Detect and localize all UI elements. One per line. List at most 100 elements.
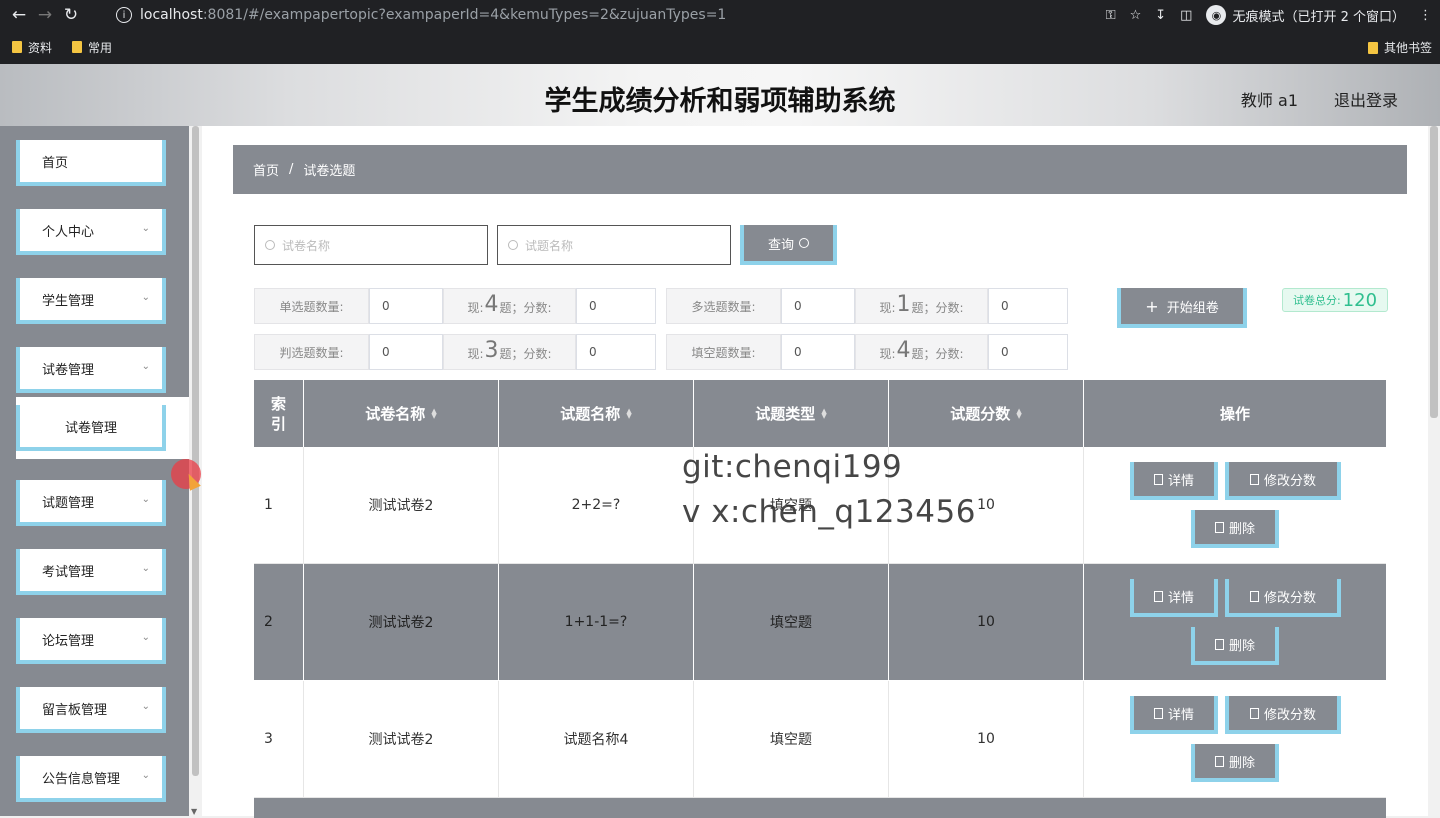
col-actions: 操作 [1084,380,1386,447]
sidebar-item-notices[interactable]: 公告信息管理 ⌄ [16,756,166,802]
sidebar-item-students[interactable]: 学生管理 ⌄ [16,278,166,324]
multi-score-input[interactable]: 0 [988,288,1068,324]
sidepanel-icon[interactable]: ◫ [1180,8,1192,23]
plus-icon: + [1145,296,1159,316]
sort-icon[interactable]: ▲ ▼ [431,407,436,419]
sidebar-item-forum[interactable]: 论坛管理 ⌄ [16,618,166,664]
query-button[interactable]: 查询 [740,225,837,265]
stats-row-judge-fill: 判选题数量: 0 现: 3 题；分数: 0 填空题数量: 0 现: 4 题；分数: 0 [254,334,1068,370]
incognito-label: 无痕模式（已打开 2 个窗口） [1232,9,1405,25]
multi-count-input[interactable]: 0 [781,288,855,324]
sort-icon[interactable]: ▲ ▼ [821,407,826,419]
delete-button[interactable]: 删除 [1191,744,1279,782]
back-icon[interactable]: ← [6,2,32,28]
cell-topic: 1+1-1=? [499,564,694,681]
single-score-input[interactable]: 0 [576,288,656,324]
total-score-value: 120 [1342,289,1378,311]
cell-topic: 试题名称4 [499,681,694,798]
logout-link[interactable]: 退出登录 [1334,87,1398,111]
download-icon[interactable]: ↧ [1155,8,1166,23]
cell-paper: 测试试卷2 [304,447,499,564]
key-icon[interactable]: ⚿ [1106,8,1116,23]
incognito-indicator[interactable]: ◉ 无痕模式（已打开 2 个窗口） [1206,5,1405,25]
single-count-input[interactable]: 0 [369,288,443,324]
multi-count-label: 多选题数量: [666,288,781,324]
star-icon[interactable]: ☆ [1130,8,1142,23]
topic-name-search-input[interactable]: 试题名称 [497,225,731,265]
col-paper-name[interactable]: 试卷名称 ▲ ▼ [304,380,499,447]
sidebar-item-exams[interactable]: 考试管理 ⌄ [16,549,166,595]
judge-count-input[interactable]: 0 [369,334,443,370]
sidebar: 首页 个人中心 ⌄ 学生管理 ⌄ 试卷管理 ⌄ 试卷管理 试题管理 ⌄ 考试管理 ⌄ 论坛… [0,126,190,816]
total-score-tag: 试卷总分: 120 [1282,288,1388,312]
sort-icon[interactable]: ▲ ▼ [1016,407,1021,419]
sort-icon[interactable]: ▲ ▼ [626,407,631,419]
sidebar-subitem-paper-manage[interactable]: 试卷管理 [16,405,166,451]
address-bar[interactable]: i localhost:8081/#/exampapertopic?exampa… [108,3,1136,27]
edit-score-button[interactable]: 修改分数 [1225,579,1341,617]
scrollbar-thumb[interactable] [1430,126,1438,418]
sidebar-submenu: 试卷管理 [16,397,190,459]
chevron-down-icon: ⌄ [141,361,150,372]
chevron-down-icon: ⌄ [141,223,150,234]
cell-actions: 详情 修改分数 删除 [1084,681,1386,798]
document-icon [1153,707,1163,719]
incognito-icon: ◉ [1206,5,1227,25]
chevron-down-icon: ⌄ [141,632,150,643]
fill-score-input[interactable]: 0 [988,334,1068,370]
table-row [254,798,1386,818]
col-topic-name[interactable]: 试题名称 ▲ ▼ [499,380,694,447]
bookmark-folder[interactable]: 常用 [72,39,112,56]
judge-now-count: 现: 3 题；分数: [443,334,576,370]
cell-score: 10 [889,564,1084,681]
cell-index: 3 [254,681,304,798]
trash-icon [1214,521,1224,533]
edit-score-button[interactable]: 修改分数 [1225,462,1341,500]
edit-icon [1249,590,1259,602]
sidebar-item-home[interactable]: 首页 [16,140,166,186]
scrollbar-thumb[interactable] [192,126,199,776]
sidebar-item-papers[interactable]: 试卷管理 ⌄ [16,347,166,393]
col-topic-score[interactable]: 试题分数 ▲ ▼ [889,380,1084,447]
table-header-row: 索引 试卷名称 ▲ ▼ 试题名称 ▲ ▼ 试题类型 ▲ ▼ 试题分数 ▲ ▼ 操作 [254,380,1386,447]
table-row: 3 测试试卷2 试题名称4 填空题 10 详情 修改分数 删除 [254,681,1386,798]
site-info-icon[interactable]: i [116,7,132,23]
other-bookmarks[interactable]: 其他书签 [1367,39,1432,56]
sidebar-item-messages[interactable]: 留言板管理 ⌄ [16,687,166,733]
delete-button[interactable]: 删除 [1191,510,1279,548]
edit-icon [1249,707,1259,719]
bookmark-folder[interactable]: 资料 [12,39,52,56]
reload-icon[interactable]: ↻ [58,2,84,28]
fill-count-input[interactable]: 0 [781,334,855,370]
breadcrumb: 首页 / 试卷选题 [233,145,1407,194]
col-index[interactable]: 索引 [254,380,304,447]
cell-actions: 详情 修改分数 删除 [1084,447,1386,564]
paper-name-search-input[interactable]: 试卷名称 [254,225,488,265]
trash-icon [1214,638,1224,650]
breadcrumb-current: 试卷选题 [303,164,356,179]
chevron-down-icon: ⌄ [141,292,150,303]
document-icon [1153,590,1163,602]
forward-icon[interactable]: → [32,2,58,28]
cell-score: 10 [889,681,1084,798]
start-compose-button[interactable]: + 开始组卷 [1117,288,1247,328]
chevron-down-icon: ⌄ [141,563,150,574]
detail-button[interactable]: 详情 [1130,462,1218,500]
multi-now-count: 现: 1 题；分数: [855,288,988,324]
col-topic-type[interactable]: 试题类型 ▲ ▼ [694,380,889,447]
edit-score-button[interactable]: 修改分数 [1225,696,1341,734]
scroll-down-icon[interactable]: ▼ [191,807,197,816]
sidebar-item-profile[interactable]: 个人中心 ⌄ [16,209,166,255]
detail-button[interactable]: 详情 [1130,696,1218,734]
delete-button[interactable]: 删除 [1191,627,1279,665]
menu-icon[interactable]: ⋮ [1419,8,1432,23]
chevron-down-icon: ⌄ [141,494,150,505]
sidebar-item-questions[interactable]: 试题管理 ⌄ [16,480,166,526]
url-path: :8081/#/exampapertopic?exampaperId=4&kem… [202,7,727,23]
detail-button[interactable]: 详情 [1130,579,1218,617]
current-user: 教师 a1 [1240,91,1298,110]
breadcrumb-home[interactable]: 首页 [253,160,279,179]
document-icon [1153,473,1163,485]
judge-score-input[interactable]: 0 [576,334,656,370]
page-scrollbar[interactable] [1428,126,1440,816]
